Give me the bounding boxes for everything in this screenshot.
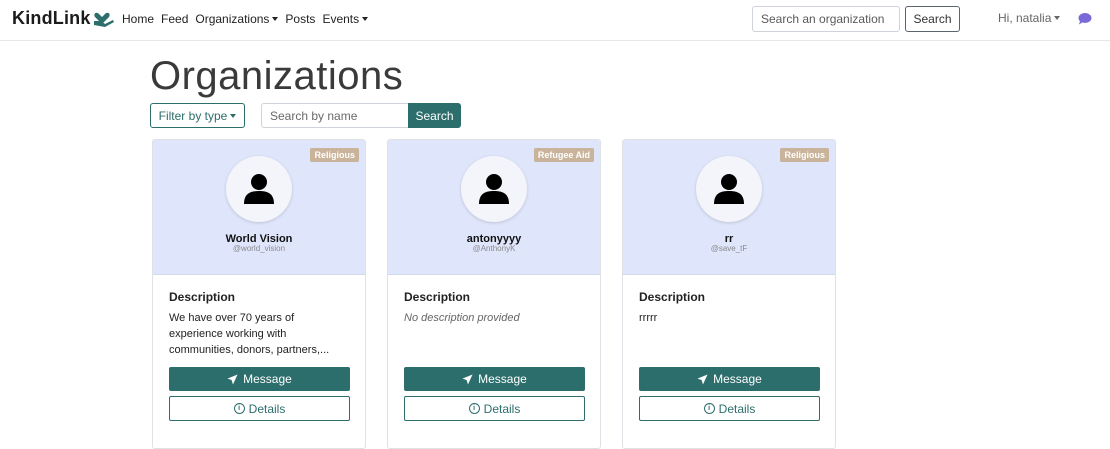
name-search-button[interactable]: Search (408, 103, 461, 128)
user-silhouette-icon (714, 174, 744, 204)
info-icon: i (468, 403, 480, 414)
nav-posts[interactable]: Posts (285, 12, 315, 26)
org-handle: @AnthonyK (472, 244, 516, 253)
card-header: Religious rr @save_tF (623, 140, 835, 275)
org-search-input[interactable] (752, 6, 900, 32)
description-heading: Description (639, 290, 706, 304)
message-button[interactable]: Message (169, 367, 350, 391)
org-handle: @world_vision (232, 244, 286, 253)
org-card: Refugee Aid antonyyyy @AnthonyK Descript… (387, 139, 601, 449)
info-icon: i (233, 403, 245, 414)
org-handle: @save_tF (710, 244, 748, 253)
description-text: rrrrr (639, 312, 658, 324)
message-button[interactable]: Message (639, 367, 820, 391)
avatar (461, 156, 527, 222)
info-icon: i (703, 403, 715, 414)
caret-down-icon (362, 17, 369, 21)
details-button[interactable]: i Details (639, 396, 820, 421)
description-heading: Description (404, 290, 471, 304)
org-card: Religious World Vision @world_vision Des… (152, 139, 366, 449)
brand-logo[interactable]: KindLink (12, 8, 115, 29)
description-text: We have over 70 years of experience work… (169, 312, 330, 356)
navbar: KindLink Home Feed Organizations Posts E… (0, 0, 1110, 41)
avatar (696, 156, 762, 222)
name-search-input[interactable] (261, 103, 409, 128)
user-silhouette-icon (479, 174, 509, 204)
type-badge: Refugee Aid (533, 148, 594, 162)
card-header: Religious World Vision @world_vision (153, 140, 365, 275)
nav-events-dropdown[interactable]: Events (322, 12, 369, 26)
chat-bubble-icon[interactable] (1078, 12, 1092, 25)
nav-organizations-dropdown[interactable]: Organizations (195, 12, 279, 26)
description-heading: Description (169, 290, 236, 304)
caret-down-icon (230, 113, 237, 118)
caret-down-icon (1054, 16, 1061, 20)
send-icon (697, 373, 708, 385)
org-card: Religious rr @save_tF Description rrrrr … (622, 139, 836, 449)
nav-links: Home Feed Organizations Posts Events (122, 12, 375, 26)
details-button[interactable]: i Details (169, 396, 350, 421)
type-badge: Religious (780, 148, 829, 162)
user-silhouette-icon (244, 174, 274, 204)
message-button[interactable]: Message (404, 367, 585, 391)
caret-down-icon (272, 17, 279, 21)
card-header: Refugee Aid antonyyyy @AnthonyK (388, 140, 600, 275)
org-search-button[interactable]: Search (905, 6, 960, 32)
nav-home[interactable]: Home (122, 12, 154, 26)
user-menu-dropdown[interactable]: Hi, natalia (998, 11, 1061, 25)
heart-hand-icon (93, 12, 114, 27)
brand-name: KindLink (12, 8, 91, 28)
nav-feed[interactable]: Feed (161, 12, 188, 26)
type-badge: Religious (310, 148, 359, 162)
description-text: No description provided (404, 312, 520, 324)
avatar (226, 156, 292, 222)
send-icon (462, 373, 473, 385)
details-button[interactable]: i Details (404, 396, 585, 421)
send-icon (227, 373, 238, 385)
page-title: Organizations (150, 54, 404, 98)
filter-by-type-dropdown[interactable]: Filter by type (150, 103, 245, 128)
